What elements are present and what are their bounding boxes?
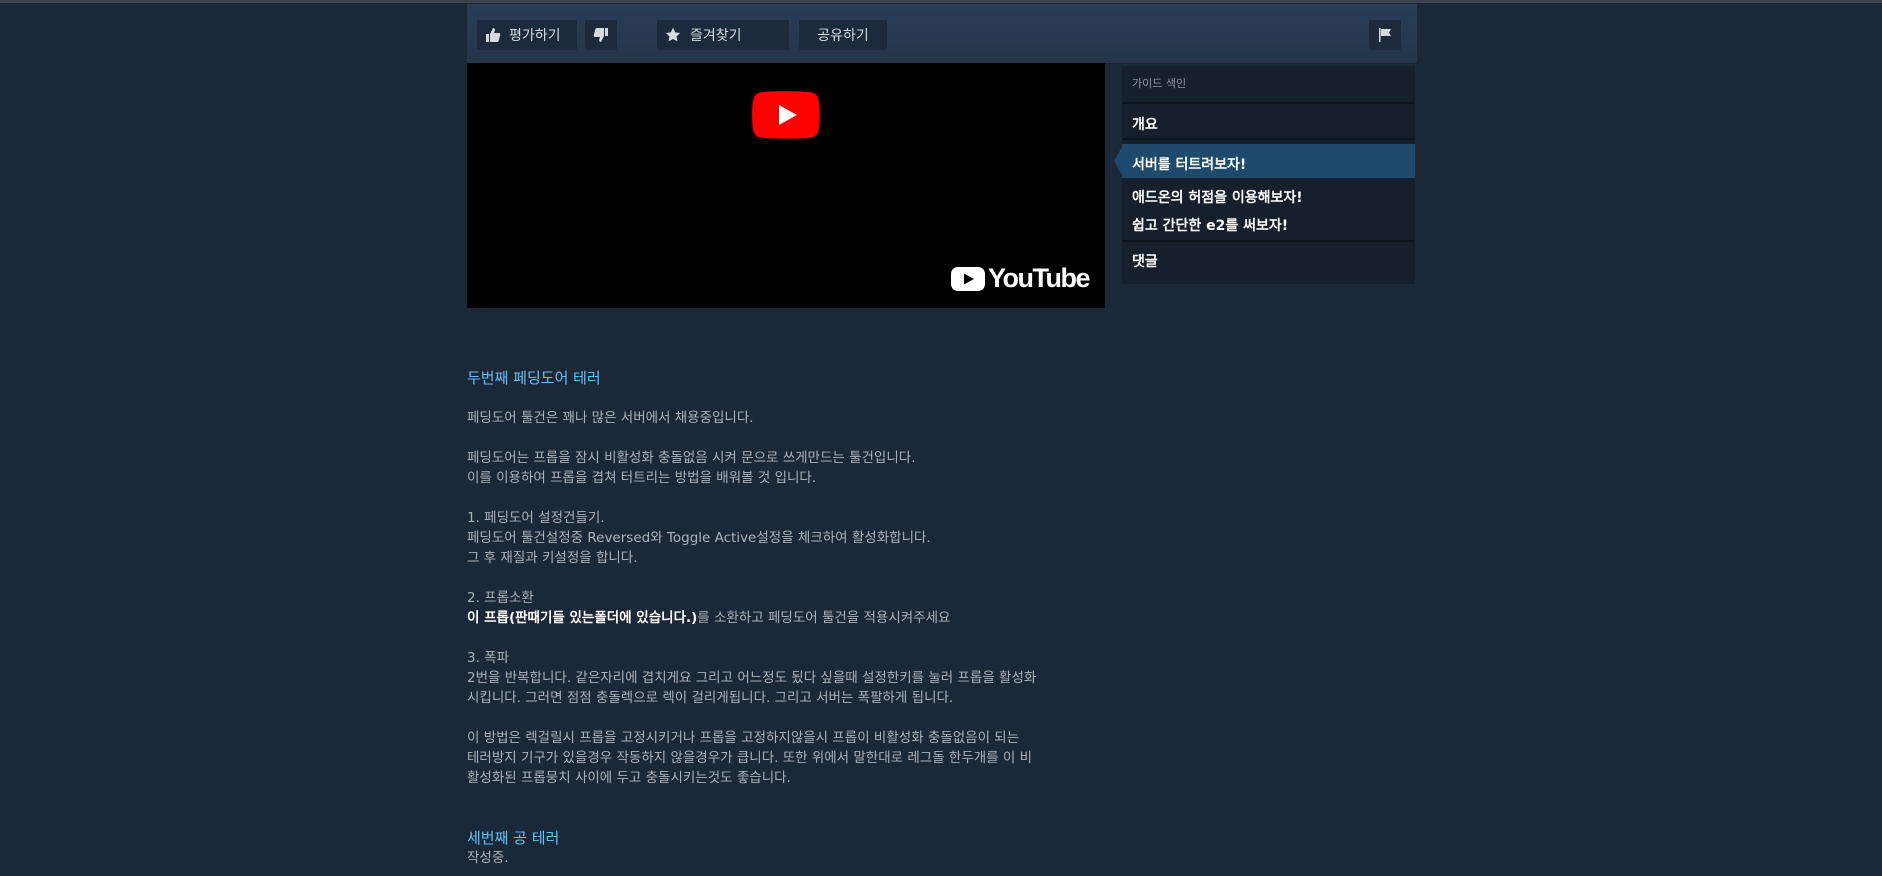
paragraph: 이 프롭(판때기들 있는폴더에 있습니다.)를 소환하고 페딩도어 툴건을 적용…: [467, 608, 950, 628]
youtube-icon: [951, 266, 986, 291]
paragraph: 시킵니다. 그러면 점점 충돌렉으로 렉이 걸리게됩니다. 그리고 서버는 폭팔…: [467, 690, 954, 706]
guide-index-title: 가이드 색인: [1132, 77, 1187, 90]
play-icon: [752, 91, 820, 139]
step-title: 1. 페딩도어 설정건들기.: [467, 510, 605, 526]
paragraph: 테러방지 기구가 있을경우 작동하지 않을경우가 큽니다. 또한 위에서 말한대…: [467, 750, 1033, 766]
divider: [1122, 138, 1415, 140]
guide-action-bar: 평가하기 즐겨찾기 공유하기: [467, 4, 1417, 64]
rate-up-button[interactable]: 평가하기: [477, 20, 577, 50]
youtube-wordmark: YouTube: [988, 263, 1090, 293]
guide-index-item-overview[interactable]: 개요: [1132, 114, 1158, 134]
step-title: 3. 폭파: [467, 650, 510, 666]
step-title: 2. 프롭소환: [467, 590, 534, 606]
paragraph: 이 방법은 렉걸릴시 프롭을 고정시키거나 프롭을 고정하지않을시 프롭이 비활…: [467, 730, 1020, 746]
guide-index-item-addon-exploit[interactable]: 애드온의 허점을 이용해보자!: [1132, 187, 1303, 207]
guide-index-item-comments[interactable]: 댓글: [1132, 251, 1158, 271]
thumbs-down-icon: [593, 27, 609, 43]
star-icon: [665, 27, 681, 43]
paragraph: 활성화된 프롭뭉치 사이에 두고 충돌시키는것도 좋습니다.: [467, 770, 791, 786]
report-button[interactable]: [1369, 20, 1401, 50]
paragraph: 페딩도어 툴건은 꽤나 많은 서버에서 채용중입니다.: [467, 410, 754, 426]
youtube-play-button[interactable]: [752, 91, 820, 139]
share-button-label: 공유하기: [817, 28, 869, 44]
rate-down-button[interactable]: [585, 20, 617, 50]
thumbs-up-icon: [485, 27, 501, 43]
prop-link[interactable]: 이 프롭(판때기들 있는폴더에 있습니다.): [467, 610, 697, 626]
guide-index-item-crash-server[interactable]: 서버를 터트려보자!: [1132, 154, 1246, 174]
section-title-fading-door: 두번째 페딩도어 테러: [467, 369, 601, 387]
guide-index-panel: 가이드 색인 개요 서버를 터트려보자! 애드온의 허점을 이용해보자! 쉽고 …: [1114, 66, 1415, 284]
paragraph: 그 후 재질과 키설정을 합니다.: [467, 550, 638, 566]
paragraph: 페딩도어 툴건설정중 Reversed와 Toggle Active설정을 체크…: [467, 530, 931, 546]
flag-icon: [1377, 27, 1393, 43]
paragraph-text: 를 소환하고 페딩도어 툴건을 적용시켜주세요: [697, 610, 951, 626]
paragraph: 페딩도어는 프롭을 잠시 비활성화 충돌없음 시켜 문으로 쓰게만드는 툴건입니…: [467, 450, 916, 466]
youtube-video-embed[interactable]: YouTube: [467, 63, 1105, 308]
favorite-button-label: 즐겨찾기: [690, 28, 742, 44]
divider: [1122, 240, 1415, 242]
paragraph: 이를 이용하여 프롭을 겹쳐 터트리는 방법을 배워볼 것 입니다.: [467, 470, 817, 486]
favorite-button[interactable]: 즐겨찾기: [657, 20, 789, 50]
guide-index-item-e2[interactable]: 쉽고 간단한 e2를 써보자!: [1132, 215, 1288, 235]
share-button[interactable]: 공유하기: [799, 20, 887, 50]
top-border: [0, 0, 1882, 3]
youtube-logo[interactable]: YouTube: [951, 263, 1090, 294]
active-arrow-indicator: [1114, 147, 1122, 175]
paragraph: 작성중.: [467, 850, 509, 866]
section-title-ball: 세번째 공 테러: [467, 829, 560, 847]
divider: [1122, 102, 1415, 104]
paragraph: 2번을 반복합니다. 같은자리에 겹치게요 그리고 어느정도 됬다 싶을때 설정…: [467, 670, 1037, 686]
rate-button-label: 평가하기: [509, 28, 561, 44]
